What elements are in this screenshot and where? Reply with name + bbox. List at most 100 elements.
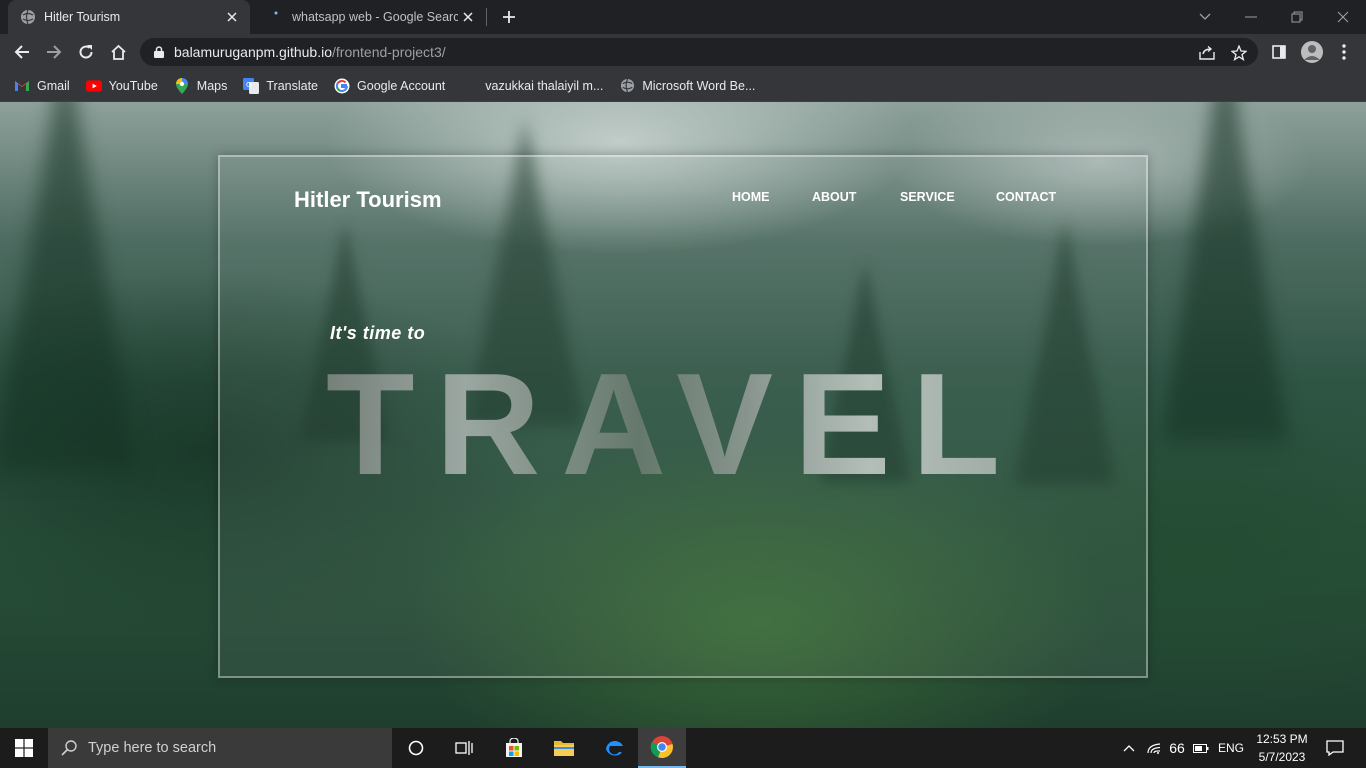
bookmark-maps[interactable]: Maps (174, 77, 228, 94)
task-view-icon (455, 741, 473, 755)
bookmark-microsoft-word[interactable]: Microsoft Word Be... (619, 78, 755, 94)
loading-dot-icon (268, 9, 284, 25)
windows-logo-icon (15, 739, 33, 757)
task-view-button[interactable] (440, 728, 488, 768)
globe-icon (20, 9, 36, 25)
nav-home[interactable]: HOME (732, 190, 770, 204)
close-window-button[interactable] (1320, 0, 1366, 34)
minimize-button[interactable] (1228, 0, 1274, 34)
chrome-taskbar-button[interactable] (638, 728, 686, 768)
tab-search-button[interactable] (1182, 0, 1228, 34)
battery-percent[interactable]: 66 (1166, 728, 1188, 768)
nav-about[interactable]: ABOUT (812, 190, 856, 204)
bookmark-star-icon[interactable] (1230, 44, 1248, 62)
url-text: balamuruganpm.github.io/frontend-project… (174, 44, 446, 60)
windows-taskbar: Type here to search 66 ENG 12:53 PM 5/7/… (0, 728, 1366, 768)
globe-icon (619, 78, 635, 94)
tab-whatsapp-search[interactable]: whatsapp web - Google Search (256, 0, 486, 34)
bookmark-label: Google Account (357, 78, 446, 93)
home-button[interactable] (103, 37, 133, 67)
kebab-menu-icon (1342, 44, 1346, 60)
minimize-icon (1245, 16, 1257, 18)
bookmark-label: Translate (266, 78, 319, 93)
close-icon (1337, 11, 1349, 23)
tab-separator (486, 8, 487, 26)
chrome-menu-button[interactable] (1329, 37, 1359, 67)
site-logo[interactable]: Hitler Tourism (294, 187, 442, 213)
edge-icon (606, 741, 623, 756)
show-hidden-icons-button[interactable] (1118, 728, 1140, 768)
microsoft-store-button[interactable] (490, 728, 538, 768)
lock-icon[interactable] (152, 45, 166, 59)
language-indicator[interactable]: ENG (1214, 728, 1248, 768)
chrome-icon (650, 736, 673, 759)
arrow-right-icon (47, 45, 62, 59)
svg-text:G: G (246, 81, 251, 89)
bookmark-label: Gmail (37, 78, 70, 93)
notification-icon (1326, 740, 1344, 756)
bookmark-label: vazukkai thalaiyil m... (485, 78, 604, 93)
action-center-button[interactable] (1318, 728, 1352, 768)
system-clock[interactable]: 12:53 PM 5/7/2023 (1250, 730, 1314, 766)
bookmark-translate[interactable]: G Translate (243, 77, 319, 94)
bookmark-gmail[interactable]: Gmail (14, 78, 70, 94)
bookmark-label: Microsoft Word Be... (642, 78, 756, 93)
bookmark-vazukkai[interactable]: vazukkai thalaiyil m... (485, 79, 603, 93)
bookmark-label: Maps (196, 78, 228, 93)
chevron-down-icon (1199, 13, 1211, 20)
gmail-icon (14, 78, 30, 94)
web-page: Hitler Tourism HOME ABOUT SERVICE CONTAC… (0, 102, 1366, 728)
edge-button[interactable] (590, 728, 638, 768)
new-tab-button[interactable] (496, 4, 522, 30)
store-bag-icon (506, 738, 522, 757)
url-host: balamuruganpm.github.io (174, 44, 332, 60)
bookmark-label: YouTube (108, 78, 158, 93)
battery-icon[interactable] (1190, 728, 1212, 768)
forward-button[interactable] (39, 37, 69, 67)
hero-glass-card: Hitler Tourism HOME ABOUT SERVICE CONTAC… (218, 155, 1148, 678)
cortana-button[interactable] (392, 728, 440, 768)
address-bar[interactable]: balamuruganpm.github.io/frontend-project… (140, 38, 1258, 66)
back-button[interactable] (7, 37, 37, 67)
taskbar-search-box[interactable]: Type here to search (48, 728, 392, 768)
start-button[interactable] (0, 728, 48, 768)
file-explorer-button[interactable] (540, 728, 588, 768)
browser-toolbar: balamuruganpm.github.io/frontend-project… (0, 34, 1366, 70)
wifi-icon[interactable] (1144, 728, 1164, 768)
tab-title: Hitler Tourism (44, 10, 121, 24)
arrow-left-icon (14, 45, 29, 59)
tab-hitler-tourism[interactable]: Hitler Tourism (8, 0, 250, 34)
reload-button[interactable] (71, 37, 101, 67)
hero-headline: TRAVEL (326, 337, 1021, 511)
clock-date: 5/7/2023 (1258, 750, 1306, 764)
clock-time: 12:53 PM (1256, 732, 1308, 746)
maps-icon (174, 77, 190, 94)
chevron-up-icon (1123, 745, 1135, 752)
profile-avatar[interactable] (1297, 37, 1327, 67)
bookmarks-bar: Gmail YouTube Maps G Translate Google Ac… (0, 70, 1366, 102)
tab-title: whatsapp web - Google Search (292, 10, 458, 24)
home-icon (110, 44, 126, 60)
avatar-icon (1301, 41, 1323, 63)
reload-icon (79, 45, 93, 59)
search-placeholder: Type here to search (88, 740, 217, 756)
search-icon (60, 739, 78, 757)
nav-contact[interactable]: CONTACT (996, 190, 1056, 204)
close-tab-icon[interactable] (458, 7, 478, 27)
nav-service[interactable]: SERVICE (900, 190, 955, 204)
translate-icon: G (243, 77, 260, 94)
side-panel-icon (1272, 45, 1286, 59)
browser-tab-strip: Hitler Tourism whatsapp web - Google Sea… (0, 0, 1366, 34)
bookmark-google-account[interactable]: Google Account (334, 78, 445, 94)
side-panel-button[interactable] (1264, 37, 1294, 67)
youtube-icon (85, 78, 102, 94)
url-path: /frontend-project3/ (332, 44, 446, 60)
restore-button[interactable] (1274, 0, 1320, 34)
share-icon[interactable] (1198, 44, 1216, 62)
bookmark-youtube[interactable]: YouTube (85, 78, 158, 94)
folder-icon (554, 741, 574, 756)
google-icon (334, 78, 350, 94)
close-tab-icon[interactable] (222, 7, 242, 27)
plus-icon (503, 11, 515, 23)
cortana-circle-icon (408, 740, 424, 756)
